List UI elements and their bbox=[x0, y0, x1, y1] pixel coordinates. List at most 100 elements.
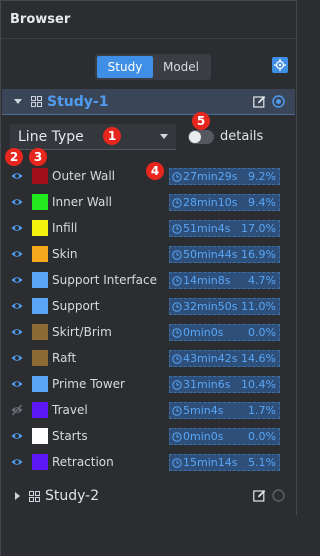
study-2-name: Study-2 bbox=[45, 488, 100, 504]
eye-icon[interactable] bbox=[11, 300, 23, 312]
feature-row[interactable]: Skin 50min44s 16.9% bbox=[1, 241, 298, 267]
eye-icon[interactable] bbox=[11, 352, 23, 364]
feature-time: 51min4s bbox=[183, 222, 231, 235]
feature-name: Raft bbox=[52, 351, 77, 365]
time-percent-box: 32min50s 11.0% bbox=[169, 298, 280, 315]
time-percent-box: 51min4s 17.0% bbox=[169, 220, 280, 237]
feature-time: 50min44s bbox=[183, 248, 238, 261]
color-swatch[interactable] bbox=[32, 220, 48, 236]
annotation-badge-5: 5 bbox=[192, 112, 210, 130]
time-percent-box: 43min42s 14.6% bbox=[169, 350, 280, 367]
annotation-badge-1: 1 bbox=[103, 127, 121, 145]
clock-icon bbox=[172, 431, 182, 442]
time-percent-box: 15min14s 5.1% bbox=[169, 454, 280, 471]
feature-row[interactable]: Support 32min50s 11.0% bbox=[1, 293, 298, 319]
time-percent-box: 14min8s 4.7% bbox=[169, 272, 280, 289]
details-toggle[interactable] bbox=[188, 129, 214, 144]
eye-icon[interactable] bbox=[11, 274, 23, 286]
radio-checked-icon[interactable] bbox=[272, 95, 285, 108]
feature-name: Support Interface bbox=[52, 273, 157, 287]
eye-slash-icon[interactable] bbox=[11, 404, 23, 416]
color-swatch[interactable] bbox=[32, 376, 48, 392]
feature-name: Retraction bbox=[52, 455, 114, 469]
feature-name: Support bbox=[52, 299, 100, 313]
radio-unchecked-icon[interactable] bbox=[272, 489, 285, 502]
time-percent-box: 50min44s 16.9% bbox=[169, 246, 280, 263]
study-2-header[interactable]: Study-2 bbox=[2, 483, 295, 509]
color-swatch[interactable] bbox=[32, 402, 48, 418]
feature-time: 15min14s bbox=[183, 456, 238, 469]
feature-name: Travel bbox=[52, 403, 88, 417]
dropdown-arrow-icon bbox=[160, 134, 168, 139]
feature-name: Prime Tower bbox=[52, 377, 125, 391]
view-type-dropdown[interactable]: Line Type bbox=[10, 124, 176, 150]
color-swatch[interactable] bbox=[32, 324, 48, 340]
color-swatch[interactable] bbox=[32, 246, 48, 262]
feature-row[interactable]: Retraction 15min14s 5.1% bbox=[1, 449, 298, 475]
feature-row[interactable]: Starts 0min0s 0.0% bbox=[1, 423, 298, 449]
feature-row[interactable]: Inner Wall 28min10s 9.4% bbox=[1, 189, 298, 215]
eye-icon[interactable] bbox=[11, 326, 23, 338]
feature-percent: 0.0% bbox=[248, 430, 276, 443]
time-percent-box: 31min6s 10.4% bbox=[169, 376, 280, 393]
clock-icon bbox=[172, 223, 182, 234]
feature-percent: 11.0% bbox=[241, 300, 276, 313]
feature-name: Inner Wall bbox=[52, 195, 112, 209]
locate-button[interactable] bbox=[272, 57, 288, 73]
feature-row[interactable]: Prime Tower 31min6s 10.4% bbox=[1, 371, 298, 397]
eye-icon[interactable] bbox=[11, 248, 23, 260]
feature-percent: 14.6% bbox=[241, 352, 276, 365]
color-swatch[interactable] bbox=[32, 428, 48, 444]
feature-row[interactable]: Skirt/Brim 0min0s 0.0% bbox=[1, 319, 298, 345]
feature-time: 43min42s bbox=[183, 352, 238, 365]
feature-percent: 1.7% bbox=[248, 404, 276, 417]
edit-icon[interactable] bbox=[253, 489, 266, 502]
feature-name: Skirt/Brim bbox=[52, 325, 112, 339]
feature-row[interactable]: Raft 43min42s 14.6% bbox=[1, 345, 298, 371]
feature-row[interactable]: Support Interface 14min8s 4.7% bbox=[1, 267, 298, 293]
feature-percent: 9.4% bbox=[248, 196, 276, 209]
feature-name: Starts bbox=[52, 429, 88, 443]
feature-time: 31min6s bbox=[183, 378, 231, 391]
color-swatch[interactable] bbox=[32, 298, 48, 314]
panel-title: Browser bbox=[10, 12, 71, 27]
eye-icon[interactable] bbox=[11, 222, 23, 234]
chevron-right-icon[interactable] bbox=[15, 492, 20, 500]
feature-percent: 4.7% bbox=[248, 274, 276, 287]
feature-time: 32min50s bbox=[183, 300, 238, 313]
feature-row[interactable]: Travel 5min4s 1.7% bbox=[1, 397, 298, 423]
empty-area bbox=[1, 515, 298, 556]
eye-icon[interactable] bbox=[11, 170, 23, 182]
color-swatch[interactable] bbox=[32, 272, 48, 288]
group-icon bbox=[31, 96, 42, 107]
color-swatch[interactable] bbox=[32, 168, 48, 184]
feature-time: 0min0s bbox=[183, 430, 224, 443]
tab-study[interactable]: Study bbox=[97, 56, 153, 78]
feature-percent: 17.0% bbox=[241, 222, 276, 235]
clock-icon bbox=[172, 405, 182, 416]
study-1-header[interactable]: Study-1 bbox=[2, 89, 295, 115]
tab-model[interactable]: Model bbox=[153, 56, 209, 78]
feature-percent: 9.2% bbox=[248, 170, 276, 183]
view-type-value: Line Type bbox=[18, 128, 84, 145]
feature-row[interactable]: Infill 51min4s 17.0% bbox=[1, 215, 298, 241]
eye-icon[interactable] bbox=[11, 456, 23, 468]
group-icon bbox=[29, 490, 40, 502]
eye-icon[interactable] bbox=[11, 430, 23, 442]
clock-icon bbox=[172, 301, 182, 312]
edit-icon[interactable] bbox=[253, 95, 266, 108]
clock-icon bbox=[172, 275, 182, 286]
crosshair-icon bbox=[274, 59, 286, 71]
feature-time: 14min8s bbox=[183, 274, 231, 287]
color-swatch[interactable] bbox=[32, 454, 48, 470]
chevron-down-icon[interactable] bbox=[14, 99, 22, 104]
feature-name: Infill bbox=[52, 221, 78, 235]
color-swatch[interactable] bbox=[32, 194, 48, 210]
feature-row[interactable]: Outer Wall 27min29s 9.2% bbox=[1, 163, 298, 189]
eye-icon[interactable] bbox=[11, 196, 23, 208]
color-swatch[interactable] bbox=[32, 350, 48, 366]
panel-titlebar: Browser bbox=[1, 1, 296, 39]
eye-icon[interactable] bbox=[11, 378, 23, 390]
clock-icon bbox=[172, 379, 182, 390]
clock-icon bbox=[172, 197, 182, 208]
